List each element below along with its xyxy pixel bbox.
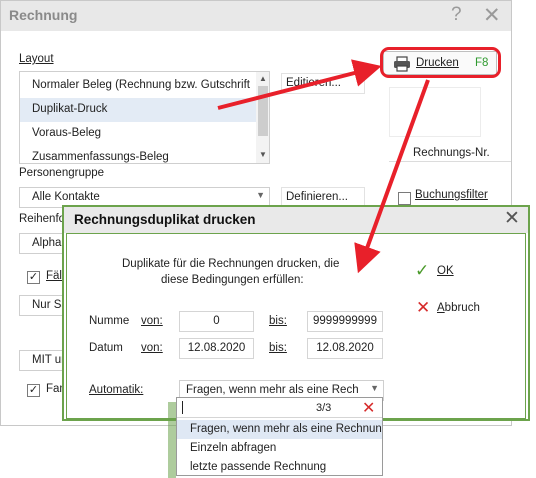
- arrow-to-dialog: [354, 79, 430, 274]
- annotation-arrows: [217, 59, 430, 274]
- arrow-to-print: [217, 59, 382, 110]
